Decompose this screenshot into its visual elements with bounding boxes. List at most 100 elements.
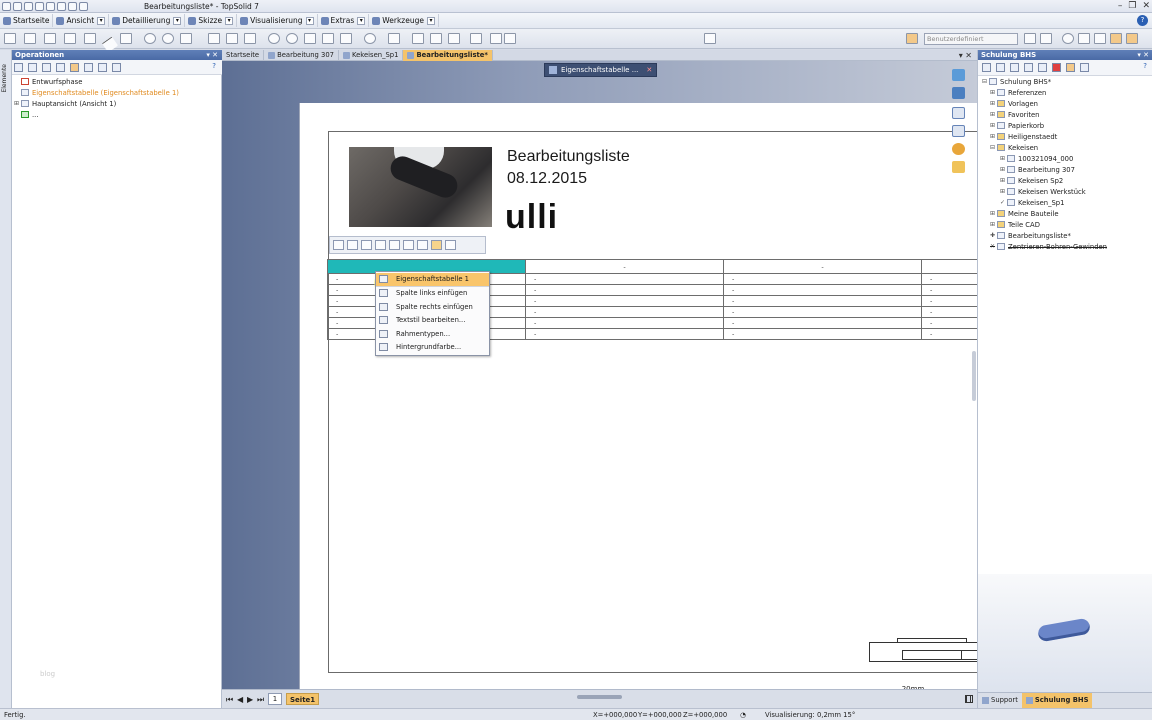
context-item-background-color[interactable]: Hintergrundfarbe... — [376, 341, 489, 355]
tree-item[interactable]: ⊞ Bearbeitung 307 — [982, 164, 1152, 175]
trim-icon[interactable] — [286, 33, 298, 44]
frame-icon[interactable] — [389, 240, 400, 250]
leader-icon[interactable] — [490, 33, 502, 44]
copy-icon[interactable] — [68, 2, 77, 11]
context-item-insert-left[interactable]: Spalte links einfügen — [376, 287, 489, 301]
context-item-frame-types[interactable]: Rahmentypen... — [376, 327, 489, 341]
table-cell[interactable]: - — [921, 306, 979, 318]
save-all-icon[interactable] — [24, 2, 33, 11]
chevron-down-icon[interactable]: ▾ — [225, 16, 234, 25]
last-page-icon[interactable]: ⏭ — [257, 695, 264, 705]
tree-item[interactable]: Entwurfsphase — [14, 76, 222, 87]
print-icon[interactable] — [35, 2, 44, 11]
settings-icon[interactable] — [952, 143, 965, 155]
table-cell[interactable]: - — [921, 328, 979, 340]
elements-side-tab[interactable]: Elemente — [0, 50, 12, 708]
table-cell[interactable]: - — [723, 306, 922, 318]
tree-item[interactable]: ⊞ Heiligenstaedt — [982, 131, 1152, 142]
tool-icon[interactable] — [56, 63, 65, 72]
menu-extras[interactable]: Extras ▾ — [318, 14, 370, 27]
page-number-field[interactable]: 1 — [268, 693, 282, 705]
offset-icon[interactable] — [268, 33, 280, 44]
close-icon[interactable]: ✕ — [646, 63, 652, 77]
tool-icon[interactable] — [1038, 63, 1047, 72]
tree-item[interactable]: ✚ Bearbeitungsliste* — [982, 230, 1152, 241]
vertical-scrollbar[interactable] — [972, 351, 976, 401]
chevron-down-icon[interactable]: ▾ — [173, 16, 182, 25]
context-item-eigenschaftstabelle[interactable]: Eigenschaftstabelle 1 — [376, 273, 489, 287]
style-selector[interactable]: Benutzerdefiniert — [924, 33, 1018, 45]
tree-item[interactable]: ... — [14, 109, 222, 120]
table-cell[interactable]: - — [723, 295, 922, 307]
tree-item[interactable]: ⊞ Kekeisen Sp2 — [982, 175, 1152, 186]
chevron-down-icon[interactable]: ▾ — [305, 16, 314, 25]
extend-icon[interactable] — [304, 33, 316, 44]
point-icon[interactable] — [84, 33, 96, 44]
layout-icon[interactable] — [952, 87, 965, 99]
context-item-insert-right[interactable]: Spalte rechts einfügen — [376, 300, 489, 314]
tool-icon[interactable] — [1024, 63, 1033, 72]
tree-item[interactable]: ✓ Kekeisen_Sp1 — [982, 197, 1152, 208]
tree-item[interactable]: ⊞ Papierkorb — [982, 120, 1152, 131]
expand-icon[interactable]: ⊞ — [1000, 188, 1007, 195]
help-icon[interactable]: ? — [1137, 15, 1148, 26]
visualization-icon[interactable]: ◔ — [740, 711, 746, 719]
select-icon[interactable] — [44, 33, 56, 44]
align-icon[interactable] — [417, 240, 428, 250]
help-bulb-icon[interactable] — [952, 161, 965, 173]
tool-icon[interactable] — [14, 63, 23, 72]
table-cell[interactable]: - — [921, 273, 979, 285]
expand-icon[interactable]: ⊞ — [990, 210, 997, 217]
table-cell[interactable]: - — [723, 317, 922, 329]
tool-icon[interactable] — [28, 63, 37, 72]
refresh-icon[interactable] — [79, 2, 88, 11]
page-tab[interactable]: Seite1 — [286, 693, 320, 705]
annotation-icon[interactable] — [448, 33, 460, 44]
flag-icon[interactable] — [1052, 63, 1061, 72]
drawing-canvas[interactable]: Eigenschaftstabelle ... ✕ Bearbeitungsli… — [222, 61, 999, 698]
table-cell[interactable]: - — [525, 284, 724, 296]
zoom-out-icon[interactable] — [952, 125, 965, 137]
chevron-down-icon[interactable]: ▾ — [426, 16, 435, 25]
tool-icon[interactable] — [84, 63, 93, 72]
restore-icon[interactable]: ❐ — [1128, 1, 1136, 11]
fill-icon[interactable] — [403, 240, 414, 250]
circle-icon[interactable] — [144, 33, 156, 44]
expand-icon[interactable]: ⊟ — [990, 144, 997, 151]
table-cell[interactable]: - — [921, 295, 979, 307]
menu-ansicht[interactable]: Ansicht ▾ — [53, 14, 110, 27]
help-icon[interactable]: ? — [212, 62, 216, 70]
tool-icon[interactable] — [1010, 63, 1019, 72]
tolerance-icon[interactable] — [504, 33, 516, 44]
expand-icon[interactable]: ⊞ — [1000, 166, 1007, 173]
tool-icon[interactable] — [1080, 63, 1089, 72]
insert-row-icon[interactable] — [333, 240, 344, 250]
menu-skizze[interactable]: Skizze ▾ — [185, 14, 238, 27]
help-icon[interactable]: ? — [1143, 62, 1147, 70]
minus-icon[interactable] — [431, 240, 442, 250]
tab-bearbeitung-307[interactable]: Bearbeitung 307 — [264, 50, 339, 61]
tool-icon[interactable] — [42, 63, 51, 72]
undo-icon[interactable] — [46, 2, 55, 11]
add-icon[interactable]: ✚ — [990, 232, 997, 239]
expand-icon[interactable]: ⊞ — [990, 221, 997, 228]
expand-icon[interactable]: ⊞ — [990, 100, 997, 107]
rectangle-icon[interactable] — [120, 33, 132, 44]
save-icon[interactable] — [13, 2, 22, 11]
redo-icon[interactable] — [57, 2, 66, 11]
panel-pin-close-icon[interactable]: ▾ ✕ — [1137, 50, 1149, 60]
tool-icon[interactable] — [98, 63, 107, 72]
align-icon[interactable] — [430, 33, 442, 44]
delete-icon[interactable] — [361, 240, 372, 250]
dimension-icon[interactable] — [364, 33, 376, 44]
table-cell[interactable]: - — [525, 328, 724, 340]
tab-startseite[interactable]: Startseite — [222, 50, 265, 61]
tool-icon[interactable] — [112, 63, 121, 72]
table-icon[interactable] — [388, 33, 400, 44]
symbol-icon[interactable] — [470, 33, 482, 44]
app-icon[interactable] — [2, 2, 11, 11]
constraint-icon[interactable] — [412, 33, 424, 44]
style-icon[interactable] — [906, 33, 918, 44]
text-icon[interactable] — [208, 33, 220, 44]
chamfer-icon[interactable] — [244, 33, 256, 44]
